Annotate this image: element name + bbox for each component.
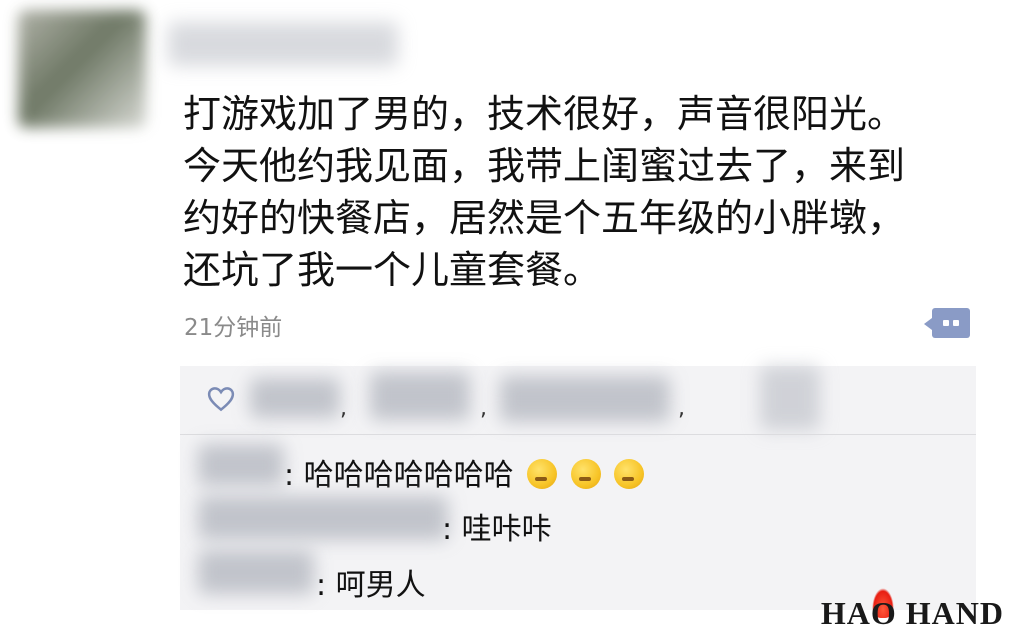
liker-name-blurred[interactable] xyxy=(760,366,820,430)
username-blurred[interactable] xyxy=(168,22,398,66)
thinking-face-emoji-icon xyxy=(570,459,601,489)
heart-icon xyxy=(207,387,235,412)
comment-item: : 哈哈哈哈哈哈哈 xyxy=(284,450,645,494)
commenter-name-blurred[interactable] xyxy=(198,550,314,594)
thinking-face-emoji-icon xyxy=(614,459,645,489)
post-text: 打游戏加了男的，技术很好，声音很阳光。 今天他约我见面，我带上闺蜜过去了，来到 … xyxy=(183,88,993,296)
commenter-name-blurred[interactable] xyxy=(198,444,284,486)
comment-text: 呵男人 xyxy=(335,568,426,603)
post-line: 打游戏加了男的，技术很好，声音很阳光。 xyxy=(183,92,906,136)
comment-separator: : xyxy=(442,512,453,547)
liker-separator: , xyxy=(480,396,487,421)
liker-name-blurred[interactable] xyxy=(250,378,340,418)
comment-item: : 呵男人 xyxy=(316,560,426,604)
liker-name-blurred[interactable] xyxy=(500,376,670,422)
comment-text: 哇咔咔 xyxy=(461,512,552,547)
comment-separator: : xyxy=(284,458,295,493)
comment-item: : 哇咔咔 xyxy=(442,504,552,548)
thinking-face-emoji-icon xyxy=(527,459,558,489)
comment-text: 哈哈哈哈哈哈哈 xyxy=(303,458,514,493)
comment-panel: , , , : 哈哈哈哈哈哈哈 : 哇咔咔 : 呵男人 xyxy=(180,366,976,610)
post-line: 还坑了我一个儿童套餐。 xyxy=(183,248,602,292)
liker-name-blurred[interactable] xyxy=(370,372,470,420)
watermark: HAO HAND xyxy=(820,595,1004,631)
post-timestamp: 21分钟前 xyxy=(184,315,283,341)
post-line: 约好的快餐店，居然是个五年级的小胖墩， xyxy=(183,196,906,240)
avatar[interactable] xyxy=(18,10,146,128)
comment-bubble-icon[interactable] xyxy=(924,308,970,338)
commenter-name-blurred[interactable] xyxy=(198,496,448,540)
divider xyxy=(180,434,976,435)
liker-separator: , xyxy=(678,396,685,421)
post-line: 今天他约我见面，我带上闺蜜过去了，来到 xyxy=(183,144,906,188)
liker-separator: , xyxy=(340,396,347,421)
comment-separator: : xyxy=(316,568,327,603)
